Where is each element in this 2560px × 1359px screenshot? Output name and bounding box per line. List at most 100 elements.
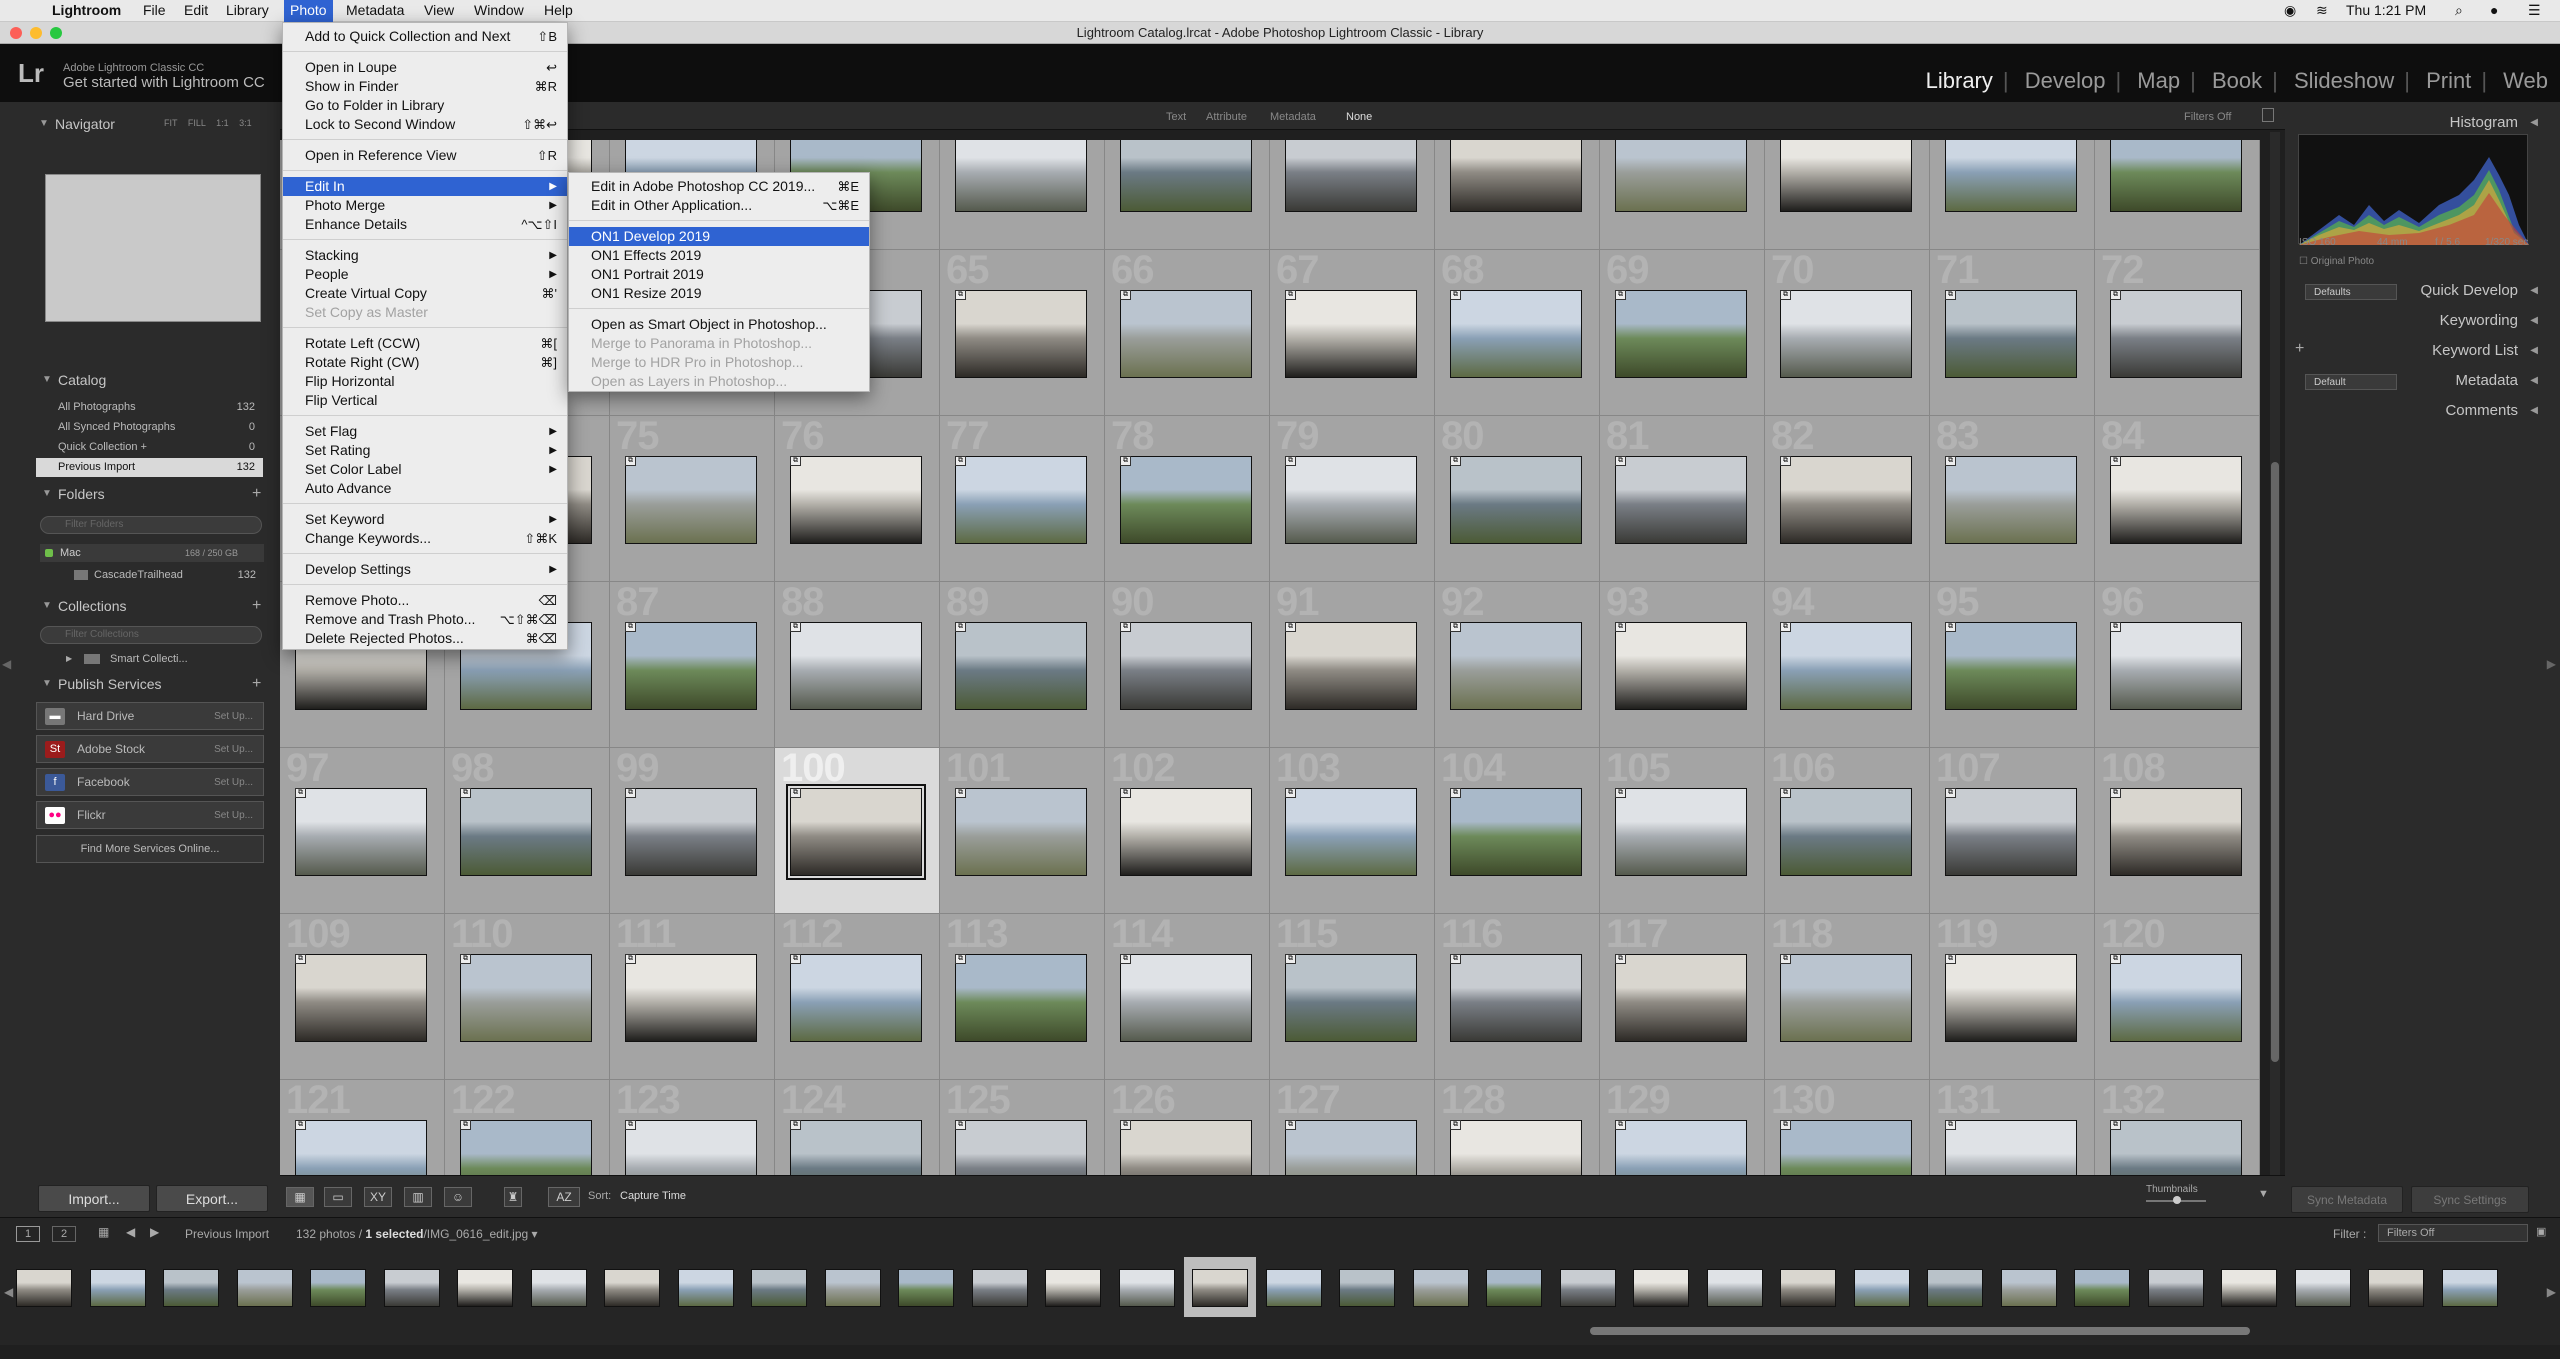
photo-thumbnail[interactable] (625, 954, 757, 1042)
loupe-view-icon[interactable]: ▭ (324, 1187, 352, 1207)
grid-cell[interactable]: 88 ⧉ (775, 582, 940, 748)
photo-thumbnail[interactable] (955, 290, 1087, 378)
catalog-previous-import[interactable]: Previous Import 132 (36, 458, 263, 477)
photo-thumbnail[interactable] (625, 622, 757, 710)
photo-thumbnail[interactable] (955, 622, 1087, 710)
navigator-preview[interactable] (45, 174, 261, 322)
photo-thumbnail[interactable] (1945, 140, 2077, 212)
photo-menu-item[interactable]: Delete Rejected Photos... ⌘⌫ (283, 629, 567, 648)
add-folder-icon[interactable]: + (252, 485, 261, 503)
photo-thumbnail[interactable] (1120, 1120, 1252, 1175)
filmstrip-thumbnail[interactable] (1045, 1269, 1101, 1307)
window-2-button[interactable]: 2 (52, 1226, 76, 1242)
grid-cell[interactable]: 124 ⧉ (775, 1080, 940, 1175)
grid-cell[interactable]: 80 ⧉ (1435, 416, 1600, 582)
grid-cell[interactable]: 70 ⧉ (1765, 250, 1930, 416)
grid-cell[interactable]: 90 ⧉ (1105, 582, 1270, 748)
photo-menu-item[interactable]: Change Keywords... ⇧⌘K (283, 529, 567, 548)
photo-thumbnail[interactable] (1615, 456, 1747, 544)
filmstrip-thumbnail[interactable] (2147, 1269, 2204, 1307)
photo-menu-item[interactable]: Set Rating ▶ (283, 441, 567, 460)
quick-develop-preset-dropdown[interactable]: Defaults (2305, 284, 2397, 300)
photo-thumbnail[interactable] (1945, 290, 2077, 378)
keywording-header[interactable]: Keywording ◀ (2440, 312, 2538, 329)
filmstrip-left-icon[interactable]: ◀ (4, 1285, 13, 1299)
grid-cell[interactable]: 55⧉ (1270, 140, 1435, 250)
photo-thumbnail[interactable] (1945, 456, 2077, 544)
notification-icon[interactable]: ☰ (2528, 0, 2541, 22)
grid-cell[interactable]: 84 ⧉ (2095, 416, 2260, 582)
photo-thumbnail[interactable] (790, 456, 922, 544)
grid-cell[interactable]: 127 ⧉ (1270, 1080, 1435, 1175)
filmstrip-thumbnail[interactable] (971, 1269, 1028, 1307)
photo-thumbnail[interactable] (1285, 140, 1417, 212)
grid-cell[interactable]: 122 ⧉ (445, 1080, 610, 1175)
photo-thumbnail[interactable] (1780, 1120, 1912, 1175)
module-develop[interactable]: Develop (2025, 68, 2106, 93)
menu-window[interactable]: Window (468, 0, 530, 22)
menu-help[interactable]: Help (538, 0, 579, 22)
edit-in-item[interactable]: ON1 Resize 2019 (569, 284, 869, 303)
add-publish-icon[interactable]: + (252, 675, 261, 693)
filter-text[interactable]: Text (1166, 111, 1186, 123)
add-collection-icon[interactable]: + (252, 597, 261, 615)
grid-cell[interactable]: 113 ⧉ (940, 914, 1105, 1080)
filmstrip-thumbnail[interactable] (2074, 1269, 2130, 1307)
filmstrip-thumbnail[interactable] (1412, 1269, 1469, 1307)
grid-cell[interactable]: 100 ⧉ (775, 748, 940, 914)
navigator-zoom[interactable]: FIT FILL 1:1 3:1 (164, 118, 252, 128)
photo-thumbnail[interactable] (1780, 622, 1912, 710)
photo-menu-item[interactable]: Set Keyword ▶ (283, 510, 567, 529)
grid-cell[interactable]: 119 ⧉ (1930, 914, 2095, 1080)
original-photo-checkbox[interactable]: ☐ Original Photo (2299, 256, 2374, 267)
publish-services-header[interactable]: ▼ Publish Services (42, 676, 162, 692)
thumbnail-size-slider[interactable] (2146, 1196, 2206, 1204)
photo-menu-item[interactable]: Enhance Details ^⌥⇧I (283, 215, 567, 234)
photo-thumbnail[interactable] (1780, 456, 1912, 544)
edit-in-item[interactable]: ON1 Develop 2019 (569, 227, 869, 246)
photo-thumbnail[interactable] (2110, 788, 2242, 876)
grid-scroll-thumb[interactable] (2271, 462, 2279, 1062)
photo-menu-item[interactable]: Go to Folder in Library (283, 96, 567, 115)
photo-thumbnail[interactable] (1945, 1120, 2077, 1175)
back-arrow-icon[interactable]: ◀ (126, 1225, 135, 1239)
find-more-services-button[interactable]: Find More Services Online... (36, 835, 264, 863)
grid-cell[interactable]: 126 ⧉ (1105, 1080, 1270, 1175)
photo-thumbnail[interactable] (1945, 622, 2077, 710)
photo-thumbnail[interactable] (2110, 1120, 2242, 1175)
photo-thumbnail[interactable] (1780, 788, 1912, 876)
grid-cell[interactable]: 120 ⧉ (2095, 914, 2260, 1080)
catalog-quick-collection[interactable]: Quick Collection +0 (36, 438, 263, 457)
sort-dropdown[interactable]: Capture Time (620, 1190, 686, 1202)
catalog-all-photographs[interactable]: All Photographs 132 (36, 398, 263, 417)
photo-thumbnail[interactable] (1120, 456, 1252, 544)
edit-in-item[interactable]: ON1 Effects 2019 (569, 246, 869, 265)
filmstrip-thumbnail[interactable] (163, 1269, 219, 1307)
photo-menu-item[interactable]: Remove Photo... ⌫ (283, 591, 567, 610)
filmstrip-thumbnail[interactable] (383, 1269, 440, 1307)
grid-cell[interactable]: 67 ⧉ (1270, 250, 1435, 416)
export-button[interactable]: Export... (156, 1185, 268, 1212)
filmstrip-thumbnail[interactable] (1780, 1269, 1836, 1307)
spotlight-icon[interactable]: ⌕ (2455, 0, 2463, 22)
grid-cell[interactable]: 116 ⧉ (1435, 914, 1600, 1080)
filmstrip-thumbnail[interactable] (2221, 1269, 2277, 1307)
photo-menu-item[interactable]: Show in Finder ⌘R (283, 77, 567, 96)
photo-thumbnail[interactable] (2110, 290, 2242, 378)
photo-menu-item[interactable]: Stacking ▶ (283, 246, 567, 265)
volume-row[interactable]: Mac 168 / 250 GB (40, 544, 264, 562)
grid-cell[interactable]: 53⧉ (940, 140, 1105, 250)
toolbar-menu-icon[interactable]: ▼ (2258, 1188, 2269, 1200)
keyword-list-header[interactable]: Keyword List ◀ (2432, 342, 2538, 359)
grid-icon[interactable]: ▦ (98, 1225, 109, 1239)
people-view-icon[interactable]: ☺ (444, 1187, 472, 1207)
photo-thumbnail[interactable] (2110, 456, 2242, 544)
grid-cell[interactable]: 96 ⧉ (2095, 582, 2260, 748)
photo-thumbnail[interactable] (1285, 290, 1417, 378)
photo-menu-item[interactable]: Flip Vertical (283, 391, 567, 410)
photo-thumbnail[interactable] (1780, 954, 1912, 1042)
grid-cell[interactable]: 94 ⧉ (1765, 582, 1930, 748)
grid-cell[interactable]: 81 ⧉ (1600, 416, 1765, 582)
menu-photo[interactable]: Photo (284, 0, 333, 22)
module-book[interactable]: Book (2212, 68, 2262, 93)
